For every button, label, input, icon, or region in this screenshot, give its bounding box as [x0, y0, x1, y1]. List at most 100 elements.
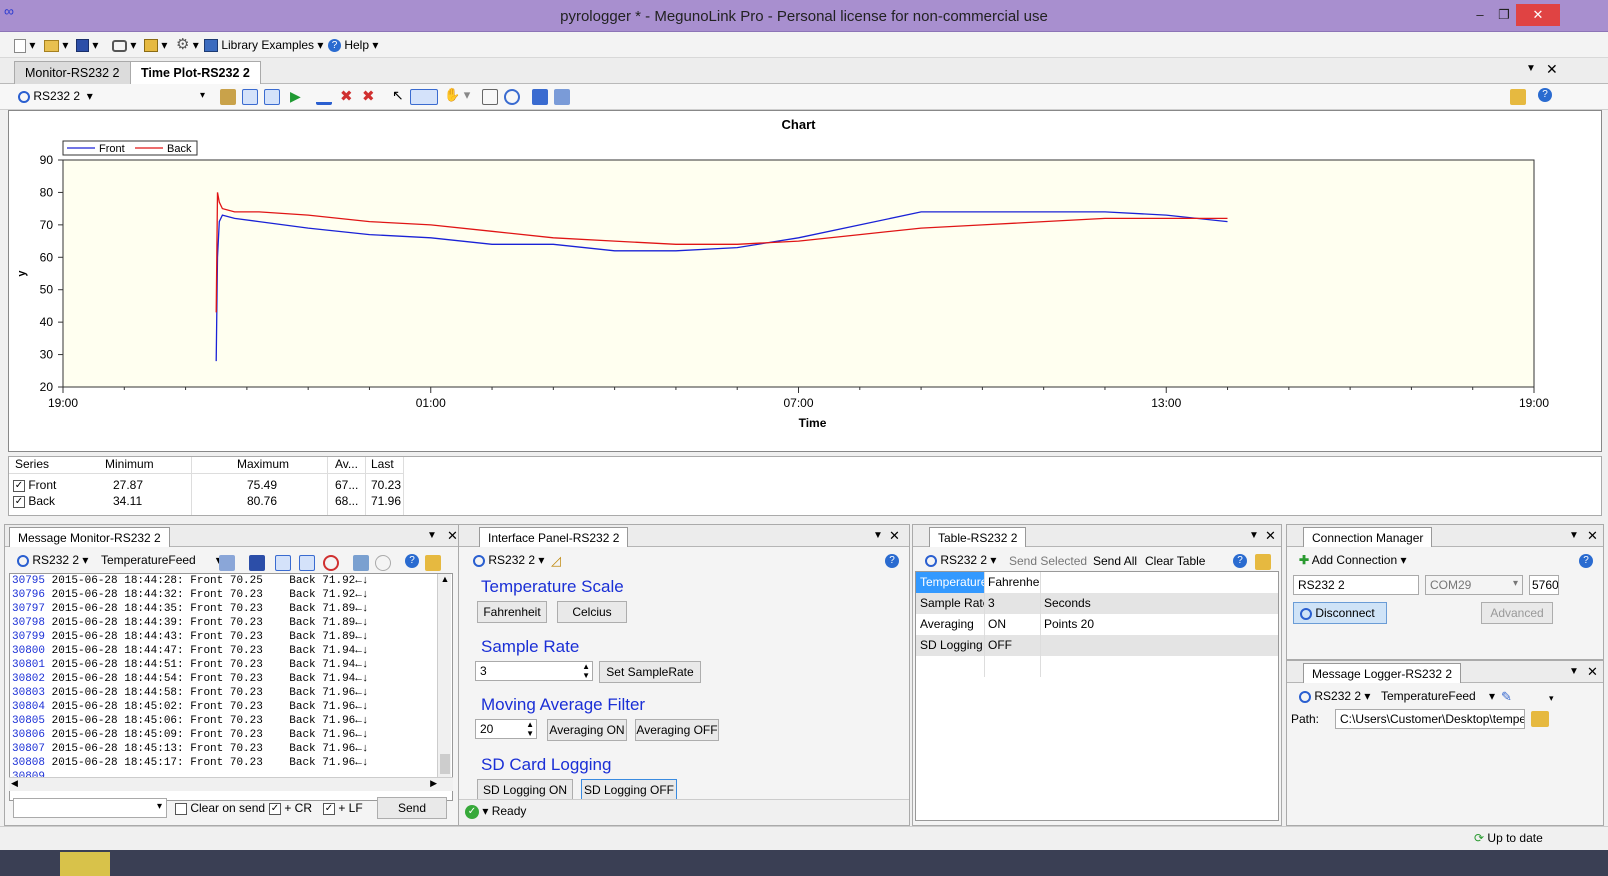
- copy-image-icon[interactable]: [532, 89, 548, 105]
- data-table[interactable]: Temperature Fahrenheit Sample Rate 3 Sec…: [915, 571, 1279, 821]
- help-icon[interactable]: ?: [1579, 554, 1593, 568]
- panel-close-icon[interactable]: ✕: [447, 528, 458, 544]
- help-icon[interactable]: ?: [1233, 554, 1247, 568]
- tab-message-monitor[interactable]: Message Monitor-RS232 2: [9, 527, 170, 547]
- panel-close-icon[interactable]: ✕: [1587, 664, 1598, 680]
- tab-message-logger[interactable]: Message Logger-RS232 2: [1303, 663, 1462, 683]
- table-cell[interactable]: Points 20: [1040, 614, 1278, 635]
- help-menu[interactable]: ? Help ▾: [328, 37, 378, 53]
- library-examples-menu[interactable]: Library Examples ▾: [204, 37, 323, 53]
- save-icon[interactable]: [249, 555, 265, 571]
- browse-folder-icon[interactable]: [1531, 711, 1549, 727]
- vertical-scrollbar[interactable]: ▲: [437, 574, 451, 788]
- panel-dropdown-icon[interactable]: ▼: [1569, 666, 1579, 677]
- send-message-combo[interactable]: ▾: [13, 798, 167, 818]
- panel-options-icon[interactable]: [1255, 554, 1271, 570]
- tab-interface-panel[interactable]: Interface Panel-RS232 2: [479, 527, 629, 547]
- sample-rate-input[interactable]: 3 ▲ ▼: [475, 661, 593, 681]
- help-icon[interactable]: ?: [1538, 88, 1552, 102]
- averaging-points-input[interactable]: 20 ▲ ▼: [475, 719, 537, 739]
- message-log[interactable]: 30795 2015-06-28 18:44:28: Front 70.25 B…: [9, 573, 453, 801]
- overflow-icon[interactable]: ▾: [1549, 693, 1554, 704]
- table-cell[interactable]: Sample Rate: [916, 593, 989, 614]
- panel-dropdown-icon[interactable]: ▼: [427, 530, 437, 541]
- com-port-select[interactable]: COM29 ▾: [1425, 575, 1523, 595]
- edit-icon[interactable]: [353, 555, 369, 571]
- fahrenheit-button[interactable]: Fahrenheit: [477, 601, 547, 623]
- filter-icon[interactable]: [323, 555, 339, 571]
- scripts-icon[interactable]: ▾: [144, 37, 167, 53]
- clear-on-send-checkbox[interactable]: Clear on send: [175, 801, 265, 815]
- send-button[interactable]: Send: [377, 797, 447, 819]
- panel-close-icon[interactable]: ✕: [889, 528, 900, 544]
- tab-connection-manager[interactable]: Connection Manager: [1303, 527, 1433, 547]
- panel-dropdown-icon[interactable]: ▼: [1569, 530, 1579, 541]
- tab-close-icon[interactable]: ✕: [1546, 61, 1558, 78]
- averaging-off-button[interactable]: Averaging OFF: [635, 719, 719, 741]
- sd-logging-off-button[interactable]: SD Logging OFF: [581, 779, 677, 801]
- save-icon[interactable]: ▾: [76, 37, 98, 53]
- table-view-icon[interactable]: [264, 89, 280, 105]
- connection-selector[interactable]: RS232 2 ▾: [18, 89, 93, 103]
- sd-logging-on-button[interactable]: SD Logging ON: [477, 779, 573, 801]
- new-file-icon[interactable]: ▾: [14, 37, 35, 53]
- time-plot-chart[interactable]: Chart Time y 20 30 40 50 60 70 80 90 19:00 01:00 07:0…: [9, 111, 1601, 451]
- panel-close-icon[interactable]: ✕: [1265, 528, 1276, 544]
- tab-table[interactable]: Table-RS232 2: [929, 527, 1027, 547]
- clear-table-button[interactable]: Clear Table: [1145, 554, 1205, 568]
- zoom-icon[interactable]: [410, 89, 438, 105]
- open-folder-icon[interactable]: ▾: [44, 37, 68, 53]
- connections-icon[interactable]: ▾: [112, 37, 136, 53]
- grid-view-icon[interactable]: [242, 89, 258, 105]
- panel-dropdown-icon[interactable]: ▼: [873, 530, 883, 541]
- table-cell[interactable]: Temperature: [916, 572, 987, 593]
- send-selected-button[interactable]: Send Selected: [1009, 554, 1087, 568]
- table-cell[interactable]: 3: [984, 593, 1040, 614]
- table-cell[interactable]: Fahrenheit: [984, 572, 1045, 593]
- panel-options-icon[interactable]: [425, 555, 441, 571]
- autoscroll-icon[interactable]: [275, 555, 291, 571]
- bar-chart-icon[interactable]: [316, 89, 332, 105]
- table-cell[interactable]: ON: [984, 614, 1040, 635]
- panel-options-icon[interactable]: [1510, 89, 1526, 105]
- visualizer-dropdown-icon[interactable]: ▾: [200, 90, 205, 101]
- comment-icon[interactable]: [375, 555, 391, 571]
- interface-connection-selector[interactable]: RS232 2 ▾: [473, 553, 544, 567]
- copy-icon[interactable]: [219, 555, 235, 571]
- baud-rate-input[interactable]: 5760: [1529, 575, 1559, 595]
- connection-name-input[interactable]: RS232 2: [1293, 575, 1419, 595]
- log-path-input[interactable]: C:\Users\Customer\Desktop\tempeh...: [1335, 709, 1525, 729]
- table-cell[interactable]: [1040, 572, 1278, 593]
- monitor-connection-selector[interactable]: RS232 2 ▾: [17, 553, 88, 567]
- design-ruler-icon[interactable]: ◿: [551, 553, 561, 569]
- table-cell[interactable]: OFF: [984, 635, 1040, 656]
- set-samplerate-button[interactable]: Set SampleRate: [599, 661, 701, 683]
- pointer-icon[interactable]: ↖: [392, 87, 404, 104]
- clear-all-icon[interactable]: ✖: [362, 87, 375, 105]
- help-icon[interactable]: ?: [405, 554, 419, 568]
- table-cell[interactable]: Averaging: [916, 614, 984, 635]
- disconnect-button[interactable]: Disconnect: [1293, 602, 1387, 624]
- averaging-on-button[interactable]: Averaging ON: [547, 719, 627, 741]
- settings-gear-icon[interactable]: ⚙ ▾: [176, 37, 199, 53]
- table-connection-selector[interactable]: RS232 2 ▾: [925, 553, 996, 567]
- tab-monitor[interactable]: Monitor-RS232 2: [14, 61, 131, 84]
- append-cr-checkbox[interactable]: ✓ + CR: [269, 801, 312, 815]
- send-all-button[interactable]: Send All: [1093, 554, 1137, 568]
- play-icon[interactable]: ▶: [290, 88, 301, 105]
- help-icon[interactable]: ?: [885, 554, 899, 568]
- maximize-button[interactable]: ❐: [1492, 6, 1516, 24]
- table-cell[interactable]: Seconds: [1040, 593, 1278, 614]
- add-connection-button[interactable]: ✚ Add Connection ▾: [1299, 553, 1407, 567]
- table-cell[interactable]: SD Logging: [916, 635, 984, 656]
- zoom-out-icon[interactable]: [504, 89, 520, 105]
- horizontal-scrollbar[interactable]: ◀ ▶: [9, 777, 453, 791]
- edit-log-icon[interactable]: ✎: [1501, 689, 1512, 705]
- advanced-button[interactable]: Advanced: [1481, 602, 1553, 624]
- close-button[interactable]: ✕: [1516, 4, 1560, 26]
- tab-dropdown-icon[interactable]: ▼: [1526, 63, 1536, 74]
- series-visible-checkbox[interactable]: ✓: [13, 495, 25, 508]
- taskbar-app[interactable]: [60, 852, 110, 876]
- properties-icon[interactable]: [220, 89, 236, 105]
- append-lf-checkbox[interactable]: ✓ + LF: [323, 801, 363, 815]
